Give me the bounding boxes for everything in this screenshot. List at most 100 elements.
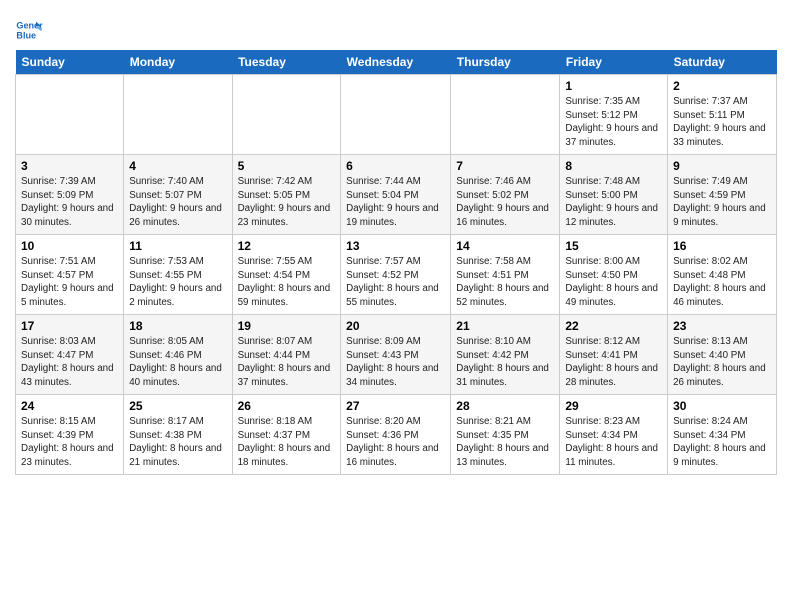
day-number: 20 [346,319,445,333]
weekday-header: Monday [124,50,232,75]
calendar-cell: 23 Sunrise: 8:13 AM Sunset: 4:40 PM Dayli… [668,315,777,395]
day-number: 15 [565,239,662,253]
day-number: 2 [673,79,771,93]
calendar-cell: 7 Sunrise: 7:46 AM Sunset: 5:02 PM Daylig… [451,155,560,235]
day-number: 27 [346,399,445,413]
day-number: 26 [238,399,336,413]
day-info: Sunrise: 8:15 AM Sunset: 4:39 PM Dayligh… [21,415,118,470]
day-number: 7 [456,159,554,173]
day-info: Sunrise: 8:21 AM Sunset: 4:35 PM Dayligh… [456,415,554,470]
calendar-table: SundayMondayTuesdayWednesdayThursdayFrid… [15,50,777,475]
calendar-cell: 13 Sunrise: 7:57 AM Sunset: 4:52 PM Dayli… [341,235,451,315]
calendar-cell: 20 Sunrise: 8:09 AM Sunset: 4:43 PM Dayli… [341,315,451,395]
calendar-cell [451,75,560,155]
day-info: Sunrise: 7:53 AM Sunset: 4:55 PM Dayligh… [129,255,226,310]
calendar-cell: 19Sunrise: 8:07 AM Sunset: 4:44 PM Dayli… [232,315,341,395]
day-info: Sunrise: 8:17 AM Sunset: 4:38 PM Dayligh… [129,415,226,470]
day-number: 12 [238,239,336,253]
day-info: Sunrise: 7:51 AM Sunset: 4:57 PM Dayligh… [21,255,118,310]
calendar-cell: 17 Sunrise: 8:03 AM Sunset: 4:47 PM Dayli… [16,315,124,395]
calendar-cell: 22 Sunrise: 8:12 AM Sunset: 4:41 PM Dayli… [560,315,668,395]
day-number: 13 [346,239,445,253]
calendar-cell [16,75,124,155]
day-info: Sunrise: 8:00 AM Sunset: 4:50 PM Dayligh… [565,255,662,310]
calendar-cell: 29Sunrise: 8:23 AM Sunset: 4:34 PM Dayli… [560,395,668,475]
day-info: Sunrise: 8:12 AM Sunset: 4:41 PM Dayligh… [565,335,662,390]
day-number: 17 [21,319,118,333]
day-info: Sunrise: 8:03 AM Sunset: 4:47 PM Dayligh… [21,335,118,390]
day-number: 14 [456,239,554,253]
calendar-week-row: 3Sunrise: 7:39 AM Sunset: 5:09 PM Daylig… [16,155,777,235]
day-info: Sunrise: 8:13 AM Sunset: 4:40 PM Dayligh… [673,335,771,390]
day-number: 8 [565,159,662,173]
calendar-cell: 10 Sunrise: 7:51 AM Sunset: 4:57 PM Dayli… [16,235,124,315]
day-number: 4 [129,159,226,173]
calendar-cell: 25 Sunrise: 8:17 AM Sunset: 4:38 PM Dayli… [124,395,232,475]
calendar-week-row: 24Sunrise: 8:15 AM Sunset: 4:39 PM Dayli… [16,395,777,475]
calendar-cell: 28 Sunrise: 8:21 AM Sunset: 4:35 PM Dayli… [451,395,560,475]
calendar-cell: 8 Sunrise: 7:48 AM Sunset: 5:00 PM Daylig… [560,155,668,235]
day-info: Sunrise: 7:48 AM Sunset: 5:00 PM Dayligh… [565,175,662,230]
page-header: General Blue [15,10,777,44]
calendar-cell: 1 Sunrise: 7:35 AM Sunset: 5:12 PM Daylig… [560,75,668,155]
calendar-cell [232,75,341,155]
day-number: 11 [129,239,226,253]
weekday-header: Saturday [668,50,777,75]
calendar-cell: 3Sunrise: 7:39 AM Sunset: 5:09 PM Daylig… [16,155,124,235]
weekday-header: Thursday [451,50,560,75]
calendar-cell [341,75,451,155]
calendar-cell: 18 Sunrise: 8:05 AM Sunset: 4:46 PM Dayli… [124,315,232,395]
calendar-cell: 15 Sunrise: 8:00 AM Sunset: 4:50 PM Dayli… [560,235,668,315]
day-number: 29 [565,399,662,413]
calendar-cell: 4 Sunrise: 7:40 AM Sunset: 5:07 PM Daylig… [124,155,232,235]
weekday-header: Friday [560,50,668,75]
calendar-cell: 9 Sunrise: 7:49 AM Sunset: 4:59 PM Daylig… [668,155,777,235]
day-info: Sunrise: 7:35 AM Sunset: 5:12 PM Dayligh… [565,95,662,150]
day-number: 22 [565,319,662,333]
calendar-week-row: 1 Sunrise: 7:35 AM Sunset: 5:12 PM Daylig… [16,75,777,155]
day-info: Sunrise: 7:49 AM Sunset: 4:59 PM Dayligh… [673,175,771,230]
day-number: 1 [565,79,662,93]
weekday-header-row: SundayMondayTuesdayWednesdayThursdayFrid… [16,50,777,75]
day-info: Sunrise: 8:02 AM Sunset: 4:48 PM Dayligh… [673,255,771,310]
calendar-week-row: 10 Sunrise: 7:51 AM Sunset: 4:57 PM Dayli… [16,235,777,315]
calendar-cell: 30 Sunrise: 8:24 AM Sunset: 4:34 PM Dayli… [668,395,777,475]
calendar-cell: 14 Sunrise: 7:58 AM Sunset: 4:51 PM Dayli… [451,235,560,315]
day-number: 30 [673,399,771,413]
day-info: Sunrise: 7:58 AM Sunset: 4:51 PM Dayligh… [456,255,554,310]
day-info: Sunrise: 7:42 AM Sunset: 5:05 PM Dayligh… [238,175,336,230]
day-number: 3 [21,159,118,173]
day-number: 18 [129,319,226,333]
day-number: 28 [456,399,554,413]
day-number: 10 [21,239,118,253]
calendar-cell: 21 Sunrise: 8:10 AM Sunset: 4:42 PM Dayli… [451,315,560,395]
day-number: 6 [346,159,445,173]
weekday-header: Wednesday [341,50,451,75]
calendar-cell: 6Sunrise: 7:44 AM Sunset: 5:04 PM Daylig… [341,155,451,235]
calendar-cell: 16 Sunrise: 8:02 AM Sunset: 4:48 PM Dayli… [668,235,777,315]
day-info: Sunrise: 8:24 AM Sunset: 4:34 PM Dayligh… [673,415,771,470]
logo-icon: General Blue [15,16,43,44]
day-number: 25 [129,399,226,413]
weekday-header: Tuesday [232,50,341,75]
calendar-cell: 26 Sunrise: 8:18 AM Sunset: 4:37 PM Dayli… [232,395,341,475]
logo: General Blue [15,16,45,44]
day-info: Sunrise: 8:18 AM Sunset: 4:37 PM Dayligh… [238,415,336,470]
day-info: Sunrise: 7:57 AM Sunset: 4:52 PM Dayligh… [346,255,445,310]
day-number: 9 [673,159,771,173]
day-number: 21 [456,319,554,333]
day-info: Sunrise: 8:05 AM Sunset: 4:46 PM Dayligh… [129,335,226,390]
svg-text:Blue: Blue [16,30,36,40]
day-number: 5 [238,159,336,173]
calendar-cell: 11 Sunrise: 7:53 AM Sunset: 4:55 PM Dayli… [124,235,232,315]
day-info: Sunrise: 8:09 AM Sunset: 4:43 PM Dayligh… [346,335,445,390]
day-info: Sunrise: 8:10 AM Sunset: 4:42 PM Dayligh… [456,335,554,390]
day-number: 16 [673,239,771,253]
day-info: Sunrise: 7:46 AM Sunset: 5:02 PM Dayligh… [456,175,554,230]
day-info: Sunrise: 7:37 AM Sunset: 5:11 PM Dayligh… [673,95,771,150]
day-info: Sunrise: 8:20 AM Sunset: 4:36 PM Dayligh… [346,415,445,470]
day-info: Sunrise: 7:40 AM Sunset: 5:07 PM Dayligh… [129,175,226,230]
calendar-cell [124,75,232,155]
day-number: 23 [673,319,771,333]
weekday-header: Sunday [16,50,124,75]
